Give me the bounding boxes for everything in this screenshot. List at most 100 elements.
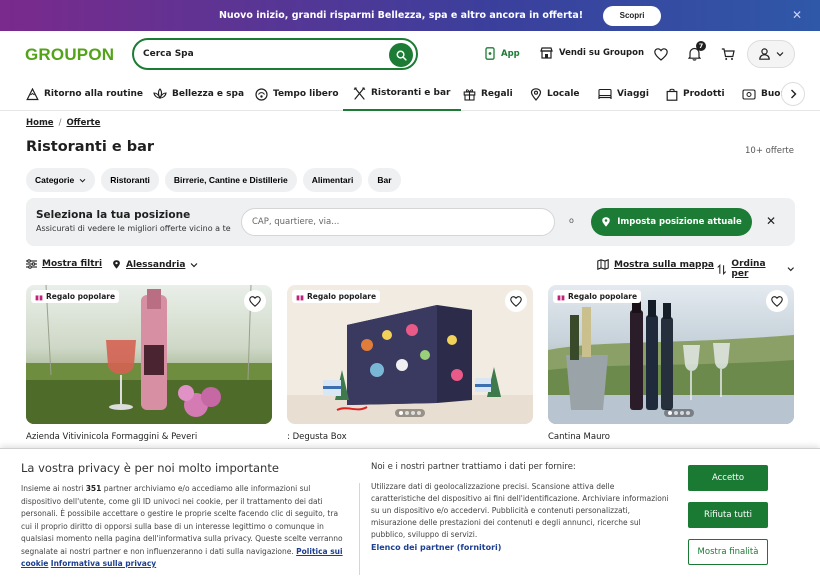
chip-birrerie[interactable]: Birrerie, Cantine e Distillerie <box>164 168 297 192</box>
city-selector[interactable]: Alessandria <box>112 259 198 270</box>
deal-image[interactable]: Regalo popolare <box>287 285 533 424</box>
tag-label: Regalo popolare <box>46 292 116 301</box>
set-current-location-button[interactable]: Imposta posizione attuale <box>591 208 752 236</box>
category-scroll-right-button[interactable] <box>781 82 805 106</box>
promo-text: Nuovo inizio, grandi risparmi Bellezza, … <box>218 10 584 21</box>
app-label: App <box>501 48 520 59</box>
deal-card[interactable]: Regalo popolare : Degusta Box <box>287 285 533 442</box>
promo-discover-button[interactable]: Scopri <box>603 5 662 26</box>
account-menu[interactable] <box>747 40 795 68</box>
show-map-label: Mostra sulla mappa <box>614 259 714 270</box>
breadcrumb-home[interactable]: Home <box>26 118 54 128</box>
set-location-label: Imposta posizione attuale <box>617 217 742 227</box>
chevron-down-icon <box>788 267 795 272</box>
category-label: Viaggi <box>617 89 649 99</box>
category-bellezza-e-spa[interactable]: Bellezza e spa <box>153 77 244 111</box>
filter-chips: Categorie Ristoranti Birrerie, Cantine e… <box>26 168 401 192</box>
filter-row: Mostra filtri Alessandria Mostra sulla m… <box>26 259 795 279</box>
deal-title[interactable]: Azienda Vitivinicola Formaggini & Peveri <box>26 432 272 442</box>
search-value: Cerca Spa <box>143 49 194 59</box>
accept-button[interactable]: Accetto <box>688 465 768 491</box>
deal-title[interactable]: : Degusta Box <box>287 432 533 442</box>
show-purposes-button[interactable]: Mostra finalità <box>688 539 768 565</box>
chevron-down-icon <box>79 178 86 182</box>
location-icon <box>530 87 542 101</box>
gift-icon <box>296 294 304 300</box>
category-prodotti[interactable]: Prodotti <box>666 77 725 111</box>
search-button[interactable] <box>389 43 413 67</box>
city-label: Alessandria <box>126 259 186 270</box>
reject-all-button[interactable]: Rifiuta tutti <box>688 502 768 528</box>
popular-gift-tag: Regalo popolare <box>31 290 120 303</box>
favorite-button[interactable] <box>766 290 788 312</box>
sell-link[interactable]: Vendi su Groupon <box>540 47 644 59</box>
location-panel: Seleziona la tua posizione Assicurati di… <box>26 198 795 246</box>
groupon-logo[interactable]: GROUPON <box>25 45 114 65</box>
sell-label: Vendi su Groupon <box>559 48 644 58</box>
show-filters-button[interactable]: Mostra filtri <box>26 259 102 269</box>
wishlist-button[interactable] <box>654 46 668 65</box>
chip-categorie[interactable]: Categorie <box>26 168 96 192</box>
deal-card[interactable]: Regalo popolare Azienda Vitivinicola For… <box>26 285 272 442</box>
user-icon <box>758 48 770 60</box>
category-label: Regali <box>481 89 513 99</box>
favorite-button[interactable] <box>505 290 527 312</box>
deal-image[interactable]: Regalo popolare <box>548 285 794 424</box>
privacy-body-text: partner archiviamo e/o accediamo alle in… <box>21 484 343 556</box>
purposes-title: Noi e i nostri partner trattiamo i dati … <box>371 462 576 472</box>
category-ristoranti-e-bar[interactable]: Ristoranti e bar <box>343 77 461 111</box>
show-filters-label: Mostra filtri <box>42 259 103 269</box>
deal-image[interactable]: Regalo popolare <box>26 285 272 424</box>
category-tempo-libero[interactable]: Tempo libero <box>255 77 339 111</box>
chip-alimentari[interactable]: Alimentari <box>302 168 363 192</box>
heart-icon <box>249 295 261 307</box>
hiker-icon <box>26 87 39 100</box>
close-icon[interactable]: ✕ <box>792 8 802 22</box>
notification-count-badge: 7 <box>696 41 706 51</box>
image-carousel-dots[interactable] <box>395 409 425 417</box>
cutlery-icon <box>353 86 366 100</box>
sliders-icon <box>26 259 37 269</box>
category-label: Ristoranti e bar <box>371 88 451 98</box>
favorite-button[interactable] <box>244 290 266 312</box>
chevron-down-icon <box>190 262 198 267</box>
wine-glass-image <box>26 285 272 424</box>
partners-list-link[interactable]: Elenco dei partner (fornitori) <box>371 543 501 552</box>
category-locale[interactable]: Locale <box>530 77 580 111</box>
location-input[interactable]: CAP, quartiere, via... <box>241 208 555 236</box>
show-map-button[interactable]: Mostra sulla mappa <box>597 259 714 270</box>
location-or-label: o <box>569 216 574 225</box>
app-link[interactable]: App <box>485 47 520 60</box>
search-input[interactable]: Cerca Spa <box>132 38 418 70</box>
chevron-down-icon <box>776 52 783 57</box>
category-viaggi[interactable]: Viaggi <box>598 77 649 111</box>
chip-ristoranti[interactable]: Ristoranti <box>101 168 159 192</box>
tag-label: Regalo popolare <box>307 292 377 301</box>
deal-title[interactable]: Cantina Mauro <box>548 432 794 442</box>
gift-icon <box>35 294 43 300</box>
category-label: Bellezza e spa <box>172 89 245 99</box>
location-title: Seleziona la tua posizione <box>36 209 191 221</box>
image-carousel-dots[interactable] <box>664 409 694 417</box>
cart-button[interactable] <box>721 46 735 65</box>
category-ritorno-alla-routine[interactable]: Ritorno alla routine <box>26 77 143 111</box>
coupon-icon <box>742 88 756 100</box>
privacy-title: La vostra privacy è per noi molto import… <box>21 461 279 475</box>
category-regali[interactable]: Regali <box>463 77 513 111</box>
privacy-body-text: Insieme ai nostri <box>21 484 86 493</box>
promo-banner: Nuovo inizio, grandi risparmi Bellezza, … <box>0 0 820 31</box>
breadcrumb-offers[interactable]: Offerte <box>66 118 100 128</box>
sort-button[interactable]: Ordina per <box>717 259 795 279</box>
notifications-button[interactable]: 7 <box>687 41 706 65</box>
chip-label: Categorie <box>35 175 75 185</box>
partner-count: 351 <box>85 484 102 493</box>
map-icon <box>597 259 609 270</box>
privacy-body: Insieme ai nostri 351 partner archiviamo… <box>21 483 351 571</box>
chip-bar[interactable]: Bar <box>368 168 401 192</box>
close-icon[interactable]: ✕ <box>766 214 776 228</box>
popular-gift-tag: Regalo popolare <box>553 290 642 303</box>
privacy-policy-link[interactable]: Informativa sulla privacy <box>51 559 156 568</box>
page-title: Ristoranti e bar <box>26 139 155 155</box>
deal-card[interactable]: Regalo popolare Cantina Mauro <box>548 285 794 442</box>
heart-icon <box>654 48 668 61</box>
